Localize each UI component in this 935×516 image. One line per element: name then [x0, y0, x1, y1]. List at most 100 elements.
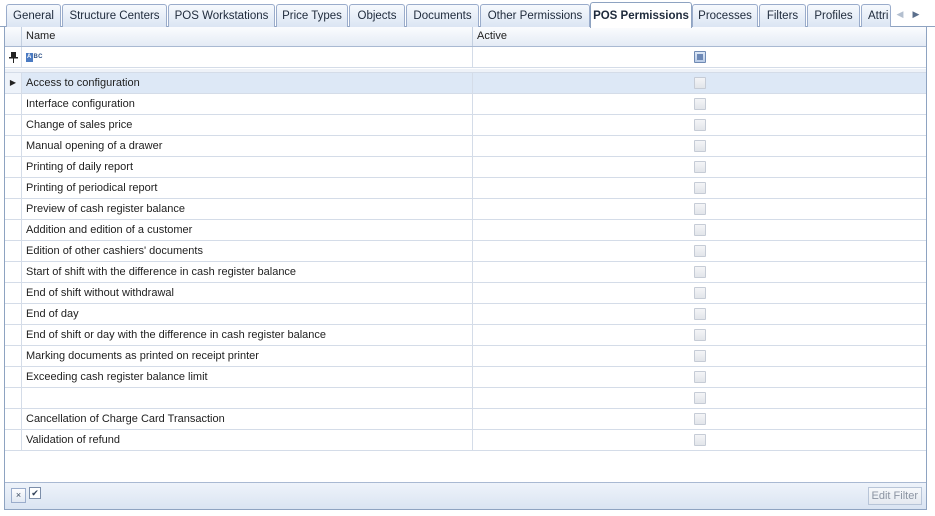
table-row[interactable]: Addition and edition of a customer — [5, 220, 926, 241]
filter-enabled-checkbox[interactable]: ✔ — [29, 487, 41, 500]
active-cell[interactable] — [473, 157, 926, 177]
active-checkbox[interactable] — [694, 371, 706, 383]
table-row[interactable]: Preview of cash register balance — [5, 199, 926, 220]
column-header-name[interactable]: Name — [22, 27, 473, 46]
permission-name-cell[interactable]: End of shift without withdrawal — [22, 283, 473, 303]
tab-pos-workstations[interactable]: POS Workstations — [168, 4, 275, 27]
active-checkbox[interactable] — [694, 119, 706, 131]
active-checkbox[interactable] — [694, 77, 706, 89]
permission-name-cell[interactable]: Manual opening of a drawer — [22, 136, 473, 156]
active-cell[interactable] — [473, 367, 926, 387]
active-filter-checkbox[interactable] — [694, 51, 706, 63]
active-checkbox[interactable] — [694, 98, 706, 110]
permission-name-cell[interactable]: Interface configuration — [22, 94, 473, 114]
row-indicator[interactable] — [5, 367, 22, 387]
tab-general[interactable]: General — [6, 4, 61, 27]
active-checkbox[interactable] — [694, 182, 706, 194]
table-row[interactable]: Exceeding cash register balance limit — [5, 367, 926, 388]
permission-name-cell[interactable]: Change of sales price — [22, 115, 473, 135]
table-row[interactable]: Marking documents as printed on receipt … — [5, 346, 926, 367]
active-checkbox[interactable] — [694, 413, 706, 425]
active-checkbox[interactable] — [694, 224, 706, 236]
table-row[interactable]: Printing of daily report — [5, 157, 926, 178]
active-checkbox[interactable] — [694, 161, 706, 173]
table-row[interactable]: Validation of refund — [5, 430, 926, 451]
row-indicator[interactable] — [5, 388, 22, 408]
row-indicator[interactable] — [5, 262, 22, 282]
tab-structure-centers[interactable]: Structure Centers — [62, 4, 167, 27]
table-row[interactable]: Manual opening of a drawer — [5, 136, 926, 157]
active-checkbox[interactable] — [694, 308, 706, 320]
row-indicator[interactable] — [5, 283, 22, 303]
tab-filters[interactable]: Filters — [759, 4, 806, 27]
permission-name-cell[interactable]: Start of shift with the difference in ca… — [22, 262, 473, 282]
table-row[interactable]: End of shift or day with the difference … — [5, 325, 926, 346]
table-row[interactable]: Change of sales price — [5, 115, 926, 136]
row-indicator[interactable] — [5, 94, 22, 114]
active-checkbox[interactable] — [694, 140, 706, 152]
row-indicator[interactable] — [5, 346, 22, 366]
active-checkbox[interactable] — [694, 392, 706, 404]
active-checkbox[interactable] — [694, 329, 706, 341]
permission-name-cell[interactable]: End of shift or day with the difference … — [22, 325, 473, 345]
tab-profiles[interactable]: Profiles — [807, 4, 860, 27]
row-indicator[interactable] — [5, 241, 22, 261]
permission-name-cell[interactable]: End of day — [22, 304, 473, 324]
clear-filter-icon[interactable]: × — [11, 488, 26, 503]
permission-name-cell[interactable] — [22, 388, 473, 408]
tab-other-permissions[interactable]: Other Permissions — [480, 4, 590, 27]
permission-name-cell[interactable]: Validation of refund — [22, 430, 473, 450]
name-filter-cell[interactable]: A BC — [22, 47, 473, 68]
active-cell[interactable] — [473, 346, 926, 366]
active-checkbox[interactable] — [694, 266, 706, 278]
table-row[interactable]: Edition of other cashiers' documents — [5, 241, 926, 262]
permission-name-cell[interactable]: Preview of cash register balance — [22, 199, 473, 219]
table-row[interactable] — [5, 388, 926, 409]
permission-name-cell[interactable]: Addition and edition of a customer — [22, 220, 473, 240]
active-cell[interactable] — [473, 220, 926, 240]
row-indicator[interactable] — [5, 304, 22, 324]
row-indicator[interactable] — [5, 199, 22, 219]
tab-processes[interactable]: Processes — [692, 4, 758, 27]
row-indicator[interactable] — [5, 178, 22, 198]
tab-pos-permissions[interactable]: POS Permissions — [590, 2, 692, 28]
table-row[interactable]: ▶ Access to configuration — [5, 73, 926, 94]
active-checkbox[interactable] — [694, 245, 706, 257]
active-cell[interactable] — [473, 409, 926, 429]
permission-name-cell[interactable]: Printing of daily report — [22, 157, 473, 177]
tab-objects[interactable]: Objects — [349, 4, 405, 27]
active-cell[interactable] — [473, 178, 926, 198]
tab-documents[interactable]: Documents — [406, 4, 479, 27]
active-cell[interactable] — [473, 199, 926, 219]
active-cell[interactable] — [473, 388, 926, 408]
active-cell[interactable] — [473, 325, 926, 345]
active-filter-cell[interactable] — [473, 47, 926, 68]
table-row[interactable]: Printing of periodical report — [5, 178, 926, 199]
active-cell[interactable] — [473, 115, 926, 135]
row-indicator-arrow-icon[interactable]: ▶ — [5, 73, 22, 93]
active-cell[interactable] — [473, 94, 926, 114]
column-header-active[interactable]: Active — [473, 27, 926, 46]
row-indicator[interactable] — [5, 409, 22, 429]
permission-name-cell[interactable]: Marking documents as printed on receipt … — [22, 346, 473, 366]
row-indicator[interactable] — [5, 157, 22, 177]
row-indicator[interactable] — [5, 220, 22, 240]
table-row[interactable]: Start of shift with the difference in ca… — [5, 262, 926, 283]
table-row[interactable]: Cancellation of Charge Card Transaction — [5, 409, 926, 430]
row-indicator[interactable] — [5, 136, 22, 156]
active-cell[interactable] — [473, 283, 926, 303]
active-checkbox[interactable] — [694, 203, 706, 215]
row-indicator[interactable] — [5, 115, 22, 135]
row-indicator[interactable] — [5, 325, 22, 345]
permission-name-cell[interactable]: Cancellation of Charge Card Transaction — [22, 409, 473, 429]
active-cell[interactable] — [473, 304, 926, 324]
permission-name-cell[interactable]: Edition of other cashiers' documents — [22, 241, 473, 261]
tab-attributes[interactable]: Attri — [861, 4, 891, 27]
tab-scroll-right-icon[interactable]: ▶ — [908, 6, 924, 22]
active-cell[interactable] — [473, 262, 926, 282]
active-cell[interactable] — [473, 241, 926, 261]
active-checkbox[interactable] — [694, 287, 706, 299]
table-row[interactable]: End of day — [5, 304, 926, 325]
tab-price-types[interactable]: Price Types — [276, 4, 348, 27]
active-cell[interactable] — [473, 136, 926, 156]
